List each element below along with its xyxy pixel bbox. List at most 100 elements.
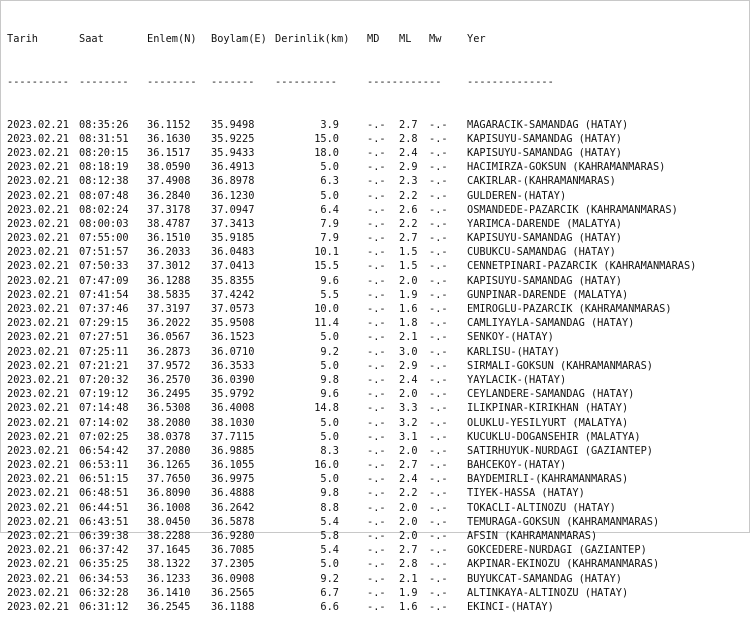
cell-mw: -.- [429, 274, 448, 287]
cell-date: 2023.02.21 [7, 359, 69, 372]
cell-mw: -.- [429, 132, 448, 145]
separator-location: -------------- [467, 76, 554, 88]
cell-longitude: 36.1523 [211, 331, 255, 344]
cell-md: -.- [367, 132, 386, 145]
cell-location: TOKACLI-ALTINOZU (HATAY) [467, 501, 616, 514]
cell-date: 2023.02.21 [7, 288, 69, 301]
cell-latitude: 36.1008 [147, 501, 191, 514]
cell-longitude: 36.2565 [211, 586, 255, 599]
cell-location: EKINCI-(HATAY) [467, 600, 554, 613]
table-row: 2023.02.21 07:51:57 36.2033 36.0483 10.1 -.- 1… [7, 245, 747, 259]
cell-date: 2023.02.21 [7, 572, 69, 585]
table-row: 2023.02.21 06:48:51 36.8090 36.4888 9.8 -.- 2.… [7, 486, 747, 500]
cell-ml: 2.3 [399, 175, 418, 188]
cell-mw: -.- [429, 317, 448, 330]
cell-time: 06:51:15 [79, 473, 129, 486]
cell-latitude: 37.7650 [147, 473, 191, 486]
cell-location: ALTINKAYA-ALTINOZU (HATAY) [467, 586, 629, 599]
table-row: 2023.02.21 07:25:11 36.2873 36.0710 9.2 -.- 3.… [7, 345, 747, 359]
cell-time: 07:51:57 [79, 246, 129, 259]
cell-latitude: 36.1152 [147, 118, 191, 131]
cell-md: -.- [367, 558, 386, 571]
cell-latitude: 36.2495 [147, 388, 191, 401]
separator-row: ---------- -------- -------- ------- ---… [7, 75, 747, 89]
table-row: 2023.02.21 07:19:12 36.2495 35.9792 9.6 -.- 2.… [7, 387, 747, 401]
cell-latitude: 37.3178 [147, 203, 191, 216]
table-row: 2023.02.21 08:02:24 37.3178 37.0947 6.4 -.- 2.… [7, 203, 747, 217]
separator-latitude: -------- [147, 76, 197, 88]
table-row: 2023.02.21 07:02:25 38.0378 37.7115 5.0 -.- 3.… [7, 430, 747, 444]
cell-mw: -.- [429, 232, 448, 245]
cell-latitude: 36.1510 [147, 232, 191, 245]
cell-mw: -.- [429, 388, 448, 401]
cell-md: -.- [367, 444, 386, 457]
cell-time: 06:48:51 [79, 487, 129, 500]
cell-latitude: 36.2033 [147, 246, 191, 259]
header-md: MD [367, 33, 380, 46]
cell-time: 07:19:12 [79, 388, 129, 401]
cell-ml: 3.3 [399, 402, 418, 415]
cell-time: 06:34:53 [79, 572, 129, 585]
header-longitude: Boylam(E) [211, 33, 267, 46]
cell-mw: -.- [429, 459, 448, 472]
cell-date: 2023.02.21 [7, 317, 69, 330]
cell-md: -.- [367, 501, 386, 514]
cell-latitude: 38.2288 [147, 530, 191, 543]
cell-time: 08:31:51 [79, 132, 129, 145]
cell-date: 2023.02.21 [7, 501, 69, 514]
cell-depth: 9.8 [320, 373, 339, 386]
cell-location: OSMANDEDE-PAZARCIK (KAHRAMANMARAS) [467, 203, 678, 216]
cell-depth: 8.3 [320, 444, 339, 457]
cell-location: HACIMIRZA-GOKSUN (KAHRAMANMARAS) [467, 161, 666, 174]
cell-date: 2023.02.21 [7, 530, 69, 543]
cell-time: 07:02:25 [79, 430, 129, 443]
cell-latitude: 38.5835 [147, 288, 191, 301]
cell-md: -.- [367, 189, 386, 202]
header-latitude: Enlem(N) [147, 33, 197, 46]
cell-mw: -.- [429, 373, 448, 386]
cell-time: 06:37:42 [79, 544, 129, 557]
cell-date: 2023.02.21 [7, 118, 69, 131]
cell-ml: 2.0 [399, 515, 418, 528]
cell-mw: -.- [429, 402, 448, 415]
cell-time: 06:35:25 [79, 558, 129, 571]
cell-ml: 1.6 [399, 303, 418, 316]
cell-depth: 10.1 [314, 246, 339, 259]
table-body: 2023.02.21 08:35:26 36.1152 35.9498 3.9 -.- 2.… [7, 118, 747, 615]
cell-time: 06:31:12 [79, 600, 129, 613]
table-row: 2023.02.21 06:53:11 36.1265 36.1055 16.0 -.- 2… [7, 458, 747, 472]
cell-latitude: 37.3012 [147, 260, 191, 273]
cell-depth: 7.9 [320, 217, 339, 230]
cell-ml: 2.7 [399, 232, 418, 245]
cell-depth: 10.0 [314, 303, 339, 316]
cell-longitude: 36.8978 [211, 175, 255, 188]
cell-md: -.- [367, 544, 386, 557]
cell-longitude: 37.0947 [211, 203, 255, 216]
cell-ml: 2.7 [399, 459, 418, 472]
cell-mw: -.- [429, 303, 448, 316]
cell-md: -.- [367, 572, 386, 585]
cell-time: 06:44:51 [79, 501, 129, 514]
cell-latitude: 36.2545 [147, 600, 191, 613]
table-row: 2023.02.21 08:00:03 38.4787 37.3413 7.9 -.- 2.… [7, 217, 747, 231]
cell-longitude: 37.3413 [211, 217, 255, 230]
cell-longitude: 38.1030 [211, 416, 255, 429]
cell-latitude: 36.2570 [147, 373, 191, 386]
cell-time: 07:41:54 [79, 288, 129, 301]
cell-location: EMIROGLU-PAZARCIK (KAHRAMANMARAS) [467, 303, 672, 316]
cell-time: 07:21:21 [79, 359, 129, 372]
cell-depth: 15.5 [314, 260, 339, 273]
cell-time: 07:14:48 [79, 402, 129, 415]
cell-md: -.- [367, 530, 386, 543]
cell-location: KAPISUYU-SAMANDAG (HATAY) [467, 232, 622, 245]
cell-longitude: 35.9498 [211, 118, 255, 131]
cell-mw: -.- [429, 586, 448, 599]
cell-mw: -.- [429, 175, 448, 188]
table-row: 2023.02.21 07:14:02 38.2080 38.1030 5.0 -.- 3.… [7, 416, 747, 430]
cell-time: 07:37:46 [79, 303, 129, 316]
cell-time: 08:12:38 [79, 175, 129, 188]
cell-time: 07:50:33 [79, 260, 129, 273]
cell-date: 2023.02.21 [7, 600, 69, 613]
cell-time: 08:07:48 [79, 189, 129, 202]
cell-depth: 7.9 [320, 232, 339, 245]
